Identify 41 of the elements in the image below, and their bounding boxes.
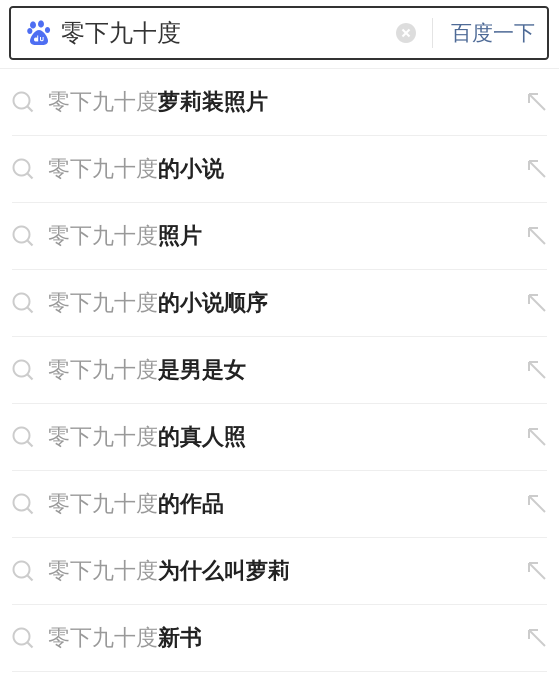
suggestion-text: 零下九十度萝莉装照片: [48, 89, 269, 117]
search-icon: [12, 627, 34, 649]
search-field[interactable]: 零下九十度 百度一下: [9, 6, 549, 60]
suggestion-item[interactable]: 零下九十度的作品: [12, 471, 547, 538]
suggestion-item[interactable]: 零下九十度的小说顺序: [12, 270, 547, 337]
suggestion-item[interactable]: 零下九十度是男是女: [12, 337, 547, 404]
search-icon: [12, 292, 34, 314]
suggestion-text: 零下九十度的真人照: [48, 424, 247, 452]
paw-logo-icon: [27, 20, 51, 46]
fill-arrow-icon[interactable]: [527, 561, 547, 581]
fill-arrow-icon[interactable]: [527, 494, 547, 514]
suggestion-text: 零下九十度的作品: [48, 491, 225, 519]
search-button[interactable]: 百度一下: [449, 15, 537, 51]
suggestion-item[interactable]: 零下九十度照片: [12, 203, 547, 270]
suggestion-text: 零下九十度照片: [48, 223, 203, 251]
suggestion-text: 零下九十度的小说顺序: [48, 290, 269, 318]
fill-arrow-icon[interactable]: [527, 628, 547, 648]
search-input[interactable]: 零下九十度: [61, 16, 386, 50]
fill-arrow-icon[interactable]: [527, 92, 547, 112]
fill-arrow-icon[interactable]: [527, 226, 547, 246]
fill-arrow-icon[interactable]: [527, 427, 547, 447]
suggestion-item[interactable]: 零下九十度的小说: [12, 136, 547, 203]
suggestion-text: 零下九十度新书: [48, 625, 203, 653]
suggestion-item[interactable]: 零下九十度新书: [12, 605, 547, 672]
fill-arrow-icon[interactable]: [527, 159, 547, 179]
search-icon: [12, 158, 34, 180]
search-icon: [12, 359, 34, 381]
suggestion-text: 零下九十度为什么叫萝莉: [48, 558, 291, 586]
fill-arrow-icon[interactable]: [527, 293, 547, 313]
search-icon: [12, 91, 34, 113]
suggestion-text: 零下九十度是男是女: [48, 357, 247, 385]
fill-arrow-icon[interactable]: [527, 360, 547, 380]
suggestion-item[interactable]: 零下九十度的真人照: [12, 404, 547, 471]
search-icon: [12, 560, 34, 582]
suggestion-item[interactable]: 零下九十度萝莉装照片: [12, 69, 547, 136]
suggestion-text: 零下九十度的小说: [48, 156, 225, 184]
suggestion-item[interactable]: 零下九十度为什么叫萝莉: [12, 538, 547, 605]
search-icon: [12, 493, 34, 515]
search-icon: [12, 426, 34, 448]
search-icon: [12, 225, 34, 247]
clear-icon[interactable]: [396, 23, 416, 43]
